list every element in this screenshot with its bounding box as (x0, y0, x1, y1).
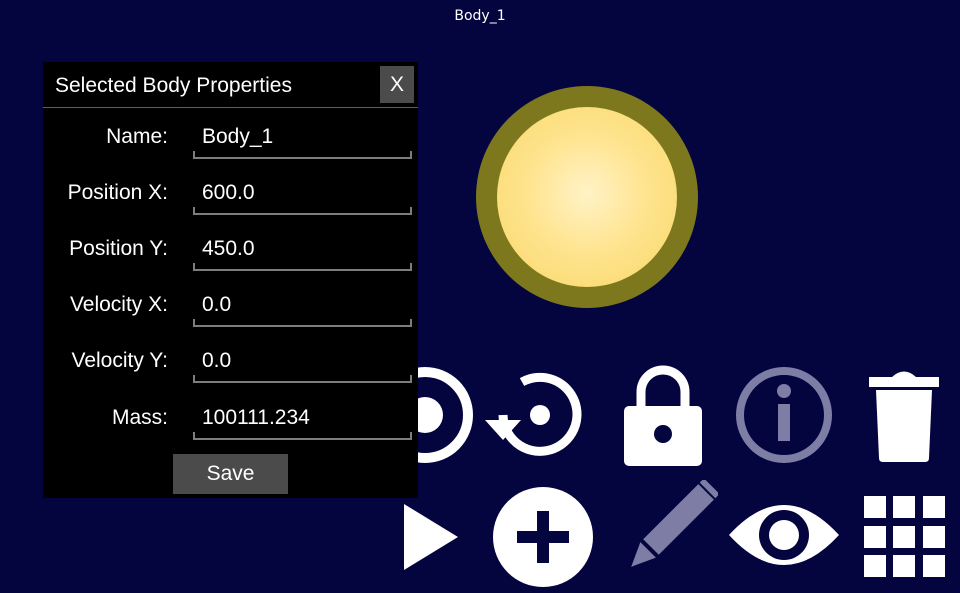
reset-button[interactable] (485, 360, 595, 470)
menu-grid-button[interactable] (849, 480, 959, 590)
name-value: Body_1 (202, 125, 274, 148)
position-y-row: Position Y: 450.0 (43, 227, 418, 271)
body-properties-dialog: Selected Body Properties X Name: Body_1 … (43, 62, 418, 498)
save-button[interactable]: Save (173, 454, 288, 494)
velocity-x-value: 0.0 (202, 293, 232, 316)
add-icon (493, 487, 593, 587)
celestial-body[interactable] (476, 86, 698, 308)
position-y-label: Position Y: (69, 237, 168, 260)
view-button[interactable] (729, 480, 839, 590)
reset-icon (485, 372, 582, 456)
name-row: Name: Body_1 (43, 115, 418, 159)
velocity-y-value: 0.0 (202, 349, 232, 372)
dialog-header: Selected Body Properties X (43, 62, 418, 108)
mass-row: Mass: 100111.234 (43, 396, 418, 440)
position-y-value: 450.0 (202, 237, 255, 260)
pencil-icon (631, 480, 718, 567)
velocity-y-label: Velocity Y: (71, 349, 168, 372)
velocity-y-row: Velocity Y: 0.0 (43, 339, 418, 383)
info-icon (736, 367, 832, 463)
lock-icon (624, 365, 702, 466)
info-button[interactable] (729, 360, 839, 470)
mass-value: 100111.234 (202, 406, 310, 429)
mass-field[interactable]: 100111.234 (193, 398, 412, 440)
close-button[interactable]: X (380, 66, 414, 103)
position-y-field[interactable]: 450.0 (193, 229, 412, 271)
name-label: Name: (106, 125, 168, 148)
trash-icon (869, 371, 939, 462)
dialog-title: Selected Body Properties (55, 74, 292, 97)
trash-button[interactable] (849, 360, 959, 470)
mass-label: Mass: (111, 406, 168, 429)
eye-icon (729, 505, 839, 565)
position-x-value: 600.0 (202, 181, 255, 204)
position-x-row: Position X: 600.0 (43, 171, 418, 215)
grid-icon (864, 496, 945, 577)
selected-body-title: Body_1 (454, 8, 506, 24)
position-x-label: Position X: (67, 181, 168, 204)
lock-button[interactable] (608, 360, 718, 470)
velocity-x-row: Velocity X: 0.0 (43, 283, 418, 327)
name-field[interactable]: Body_1 (193, 117, 412, 159)
add-body-button[interactable] (488, 480, 598, 590)
celestial-body-core (497, 107, 677, 287)
velocity-y-field[interactable]: 0.0 (193, 341, 412, 383)
velocity-x-label: Velocity X: (69, 293, 168, 316)
position-x-field[interactable]: 600.0 (193, 173, 412, 215)
edit-button[interactable] (608, 480, 718, 590)
velocity-x-field[interactable]: 0.0 (193, 285, 412, 327)
